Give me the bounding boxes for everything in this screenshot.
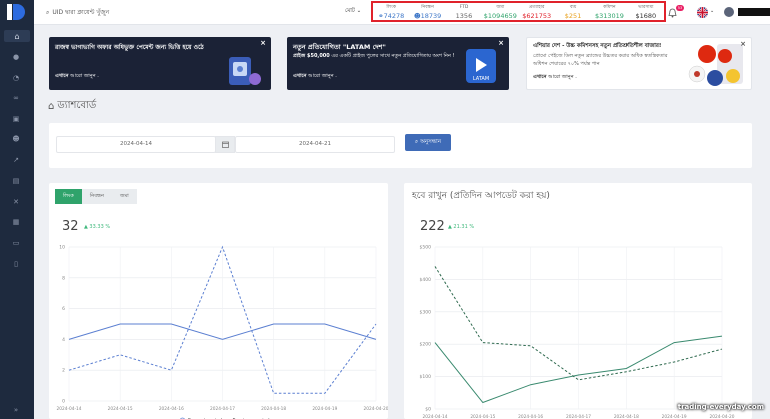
y-tick-label: $300 bbox=[420, 309, 432, 315]
wallet-graphic-icon bbox=[229, 57, 261, 85]
y-tick-label: $0 bbox=[425, 407, 431, 413]
stat-cost: ব্যয় $251 bbox=[564, 5, 582, 20]
page-title: ⌂ ড্যাশবোর্ড bbox=[48, 100, 97, 112]
asia-flags-graphic-icon bbox=[688, 44, 743, 86]
wallet-icon: ▤ bbox=[12, 177, 20, 185]
terminal-icon: ▭ bbox=[12, 239, 20, 247]
y-tick-label: 2 bbox=[62, 368, 65, 374]
y-tick-label: 10 bbox=[59, 245, 65, 251]
avatar[interactable] bbox=[724, 7, 734, 17]
calendar-icon[interactable] bbox=[215, 136, 235, 153]
stats-bar: লিংক ⚭74278 নিবন্ধন ☻18739 FTD 1356 জমা $109… bbox=[371, 1, 666, 22]
banner-asia-market[interactable]: এশিয়ার দেশ - উচ্চ কমিশনসহ নতুন প্রতিশ্র… bbox=[526, 37, 752, 90]
apple-icon: ● bbox=[12, 53, 20, 61]
svg-text:LATAM: LATAM bbox=[473, 76, 489, 82]
period-select[interactable]: মোট ⌄ bbox=[345, 8, 361, 16]
x-tick-label: 2024-04-16 bbox=[518, 414, 543, 419]
x-tick-label: 2024-04-18 bbox=[261, 406, 286, 412]
x-tick-label: 2024-04-17 bbox=[210, 406, 235, 412]
search-input[interactable]: UID দ্বারা ক্লায়েন্ট খুঁজুন bbox=[52, 7, 109, 18]
date-from-input[interactable]: 2024-04-14 bbox=[56, 136, 216, 153]
sidebar-item-chart[interactable]: ◔ bbox=[9, 72, 23, 84]
link-icon: ∞ bbox=[13, 94, 19, 102]
stat-links: লিংক ⚭74278 bbox=[378, 5, 405, 20]
sidebar-item-briefcase[interactable]: ▣ bbox=[9, 113, 23, 125]
search-icon: ⌕ bbox=[46, 8, 50, 16]
double-chevron-icon: » bbox=[13, 406, 19, 414]
chevron-down-icon: ⌄ bbox=[356, 8, 362, 14]
x-tick-label: 2024-04-17 bbox=[566, 414, 591, 419]
close-icon[interactable]: × bbox=[498, 39, 504, 47]
y-tick-label: $200 bbox=[420, 342, 432, 348]
client-search[interactable]: ⌕ UID দ্বারা ক্লায়েন্ট খুঁজুন bbox=[46, 7, 109, 18]
x-tick-label: 2024-04-15 bbox=[470, 414, 495, 419]
y-tick-label: 4 bbox=[62, 337, 65, 343]
username-redacted[interactable] bbox=[738, 8, 770, 16]
right-line-chart: $0 $100 $200 $300 $400 $500 2024-04-14 2024-04-… bbox=[420, 245, 735, 419]
date-filter: 2024-04-14 2024-04-21 ⌕ অনুসন্ধান bbox=[49, 123, 752, 168]
sidebar-item-dashboard[interactable]: ⌂ bbox=[4, 30, 30, 42]
watermark: trading-everyday.com bbox=[677, 403, 764, 411]
stat-balance: ভারসাম্য $1680 bbox=[635, 5, 657, 20]
sidebar-item-tools[interactable]: ✕ bbox=[9, 196, 23, 208]
banner-latam-contest[interactable]: নতুন প্রতিযোগিতা "LATAM দেশ" প্রাইজ $50,… bbox=[287, 37, 509, 90]
sidebar-item-doc[interactable]: ▯ bbox=[9, 258, 23, 270]
home-icon: ⌂ bbox=[48, 101, 55, 112]
document-icon: ▯ bbox=[14, 260, 18, 268]
notification-badge: 53 bbox=[676, 5, 684, 11]
y-tick-label: $500 bbox=[420, 245, 432, 251]
x-tick-label: 2024-04-14 bbox=[57, 406, 82, 412]
x-tick-label: 2024-04-20 bbox=[710, 414, 735, 419]
x-tick-label: 2024-04-15 bbox=[108, 406, 133, 412]
x-tick-label: 2024-04-19 bbox=[312, 406, 337, 412]
search-icon: ⌕ bbox=[414, 139, 419, 145]
sidebar-item-wallet[interactable]: ▤ bbox=[9, 175, 23, 187]
uk-flag-icon[interactable] bbox=[697, 7, 708, 18]
stat-ftd: FTD 1356 bbox=[455, 5, 473, 20]
left-chart-panel: লিংক নিবন্ধন জমা 32 ▲ 33.33 % 0 2 4 6 8 10 202… bbox=[49, 183, 388, 419]
image-icon: ▦ bbox=[12, 218, 20, 226]
latam-graphic-icon: LATAM bbox=[466, 49, 496, 83]
sidebar-item-trend[interactable]: ↗ bbox=[9, 154, 23, 166]
sidebar: ⌂ ● ◔ ∞ ▣ ☻ ↗ ▤ ✕ ▦ ▭ ▯ » bbox=[0, 0, 34, 419]
banner-revenue-share[interactable]: রাজস্ব ভাগাভাগি অফার অধিভুক্ত পেমেন্ট জন… bbox=[49, 37, 271, 90]
y-tick-label: $400 bbox=[420, 277, 432, 283]
stat-registrations: নিবন্ধন ☻18739 bbox=[413, 5, 442, 20]
x-tick-label: 2024-04-18 bbox=[614, 414, 639, 419]
topbar: ⌕ UID দ্বারা ক্লায়েন্ট খুঁজুন মোট ⌄ লিং… bbox=[34, 0, 770, 25]
briefcase-icon: ▣ bbox=[12, 115, 20, 123]
y-tick-label: 0 bbox=[62, 399, 65, 405]
sidebar-item-links[interactable]: ∞ bbox=[9, 92, 23, 104]
chevron-down-icon[interactable]: ⌄ bbox=[710, 8, 714, 14]
stat-withdraw: প্রত্যাহার $621753 bbox=[522, 5, 552, 20]
trend-icon: ↗ bbox=[13, 156, 19, 164]
left-line-chart: 0 2 4 6 8 10 2024-04-14 2024-04-15 2024-04-16 202… bbox=[57, 245, 388, 419]
sidebar-item-users[interactable]: ☻ bbox=[9, 133, 23, 145]
search-button[interactable]: ⌕ অনুসন্ধান bbox=[405, 134, 451, 151]
tools-icon: ✕ bbox=[13, 198, 19, 206]
x-tick-label: 2024-04-19 bbox=[662, 414, 687, 419]
right-chart-panel: হবে রাখুন (প্রতিদিন আপডেট করা হয়) 222 ▲… bbox=[404, 183, 752, 419]
home-icon: ⌂ bbox=[14, 31, 20, 41]
pie-chart-icon: ◔ bbox=[12, 74, 20, 82]
y-tick-label: 8 bbox=[62, 275, 65, 281]
stat-deposit: জমা $1094659 bbox=[483, 5, 517, 20]
x-tick-label: 2024-04-16 bbox=[159, 406, 184, 412]
x-tick-label: 2024-04-14 bbox=[423, 414, 448, 419]
users-icon: ☻ bbox=[413, 12, 421, 20]
logo bbox=[7, 4, 25, 20]
close-icon[interactable]: × bbox=[740, 40, 746, 48]
sidebar-item-media[interactable]: ▦ bbox=[9, 216, 23, 228]
date-to-input[interactable]: 2024-04-21 bbox=[235, 136, 395, 153]
sidebar-item-apple[interactable]: ● bbox=[9, 51, 23, 63]
stat-commission: কমিশন $313019 bbox=[594, 5, 624, 20]
sidebar-item-terminal[interactable]: ▭ bbox=[9, 237, 23, 249]
x-tick-label: 2024-04-20 bbox=[364, 406, 388, 412]
sidebar-collapse[interactable]: » bbox=[9, 404, 23, 416]
close-icon[interactable]: × bbox=[260, 39, 266, 47]
y-tick-label: 6 bbox=[62, 306, 65, 312]
users-icon: ☻ bbox=[12, 135, 20, 143]
y-tick-label: $100 bbox=[420, 374, 432, 380]
